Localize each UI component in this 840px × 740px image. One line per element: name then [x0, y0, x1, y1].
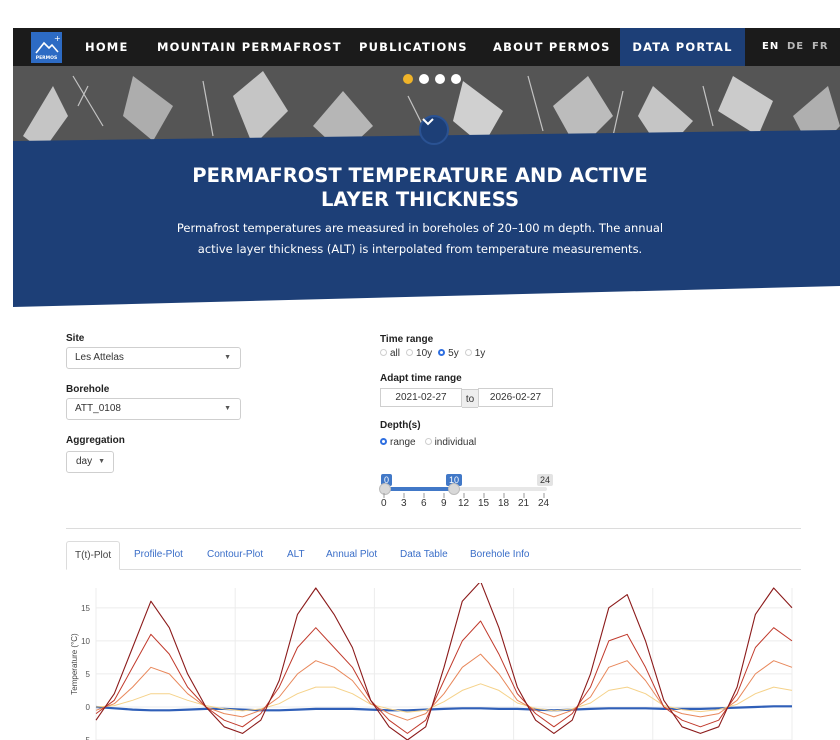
lang-de[interactable]: DE — [787, 28, 804, 66]
radio-icon — [380, 349, 387, 356]
nav-publications[interactable]: PUBLICATIONS — [359, 28, 468, 66]
site-label: Site — [66, 333, 85, 344]
radio-label: 10y — [416, 348, 433, 359]
radio-selected-icon — [380, 438, 387, 445]
slider-tick: 6 — [421, 498, 427, 509]
svg-text:+: + — [54, 34, 61, 43]
depth-range-option[interactable]: range — [380, 437, 416, 448]
section-divider — [66, 528, 801, 529]
borehole-select-value: ATT_0108 — [75, 403, 121, 414]
radio-icon — [424, 438, 432, 445]
logo-text: PERMOS — [35, 56, 58, 61]
slider-tick: 24 — [538, 498, 550, 509]
carousel-dot-2[interactable] — [419, 74, 429, 84]
site-select-value: Les Attelas — [75, 352, 124, 363]
adapt-time-range-label: Adapt time range — [380, 373, 462, 384]
permos-logo[interactable]: + PERMOS — [31, 32, 62, 63]
time-range-all[interactable]: all — [380, 348, 400, 359]
caret-down-icon: ▼ — [224, 354, 231, 361]
depths-label: Depth(s) — [380, 420, 421, 431]
radio-label: 5y — [448, 348, 459, 359]
y-tick-label: 10 — [81, 637, 90, 646]
aggregation-select[interactable]: day ▼ — [66, 451, 114, 473]
tab-t-t-plot[interactable]: T(t)-Plot — [66, 541, 121, 570]
radio-label: individual — [434, 437, 477, 448]
tab-profile-plot[interactable]: Profile-Plot — [126, 541, 191, 570]
scroll-down-button[interactable] — [419, 115, 449, 145]
radio-icon — [464, 349, 472, 356]
slider-tick: 9 — [441, 498, 447, 509]
slider-tick: 15 — [478, 498, 490, 509]
page-title: PERMAFROST TEMPERATURE AND ACTIVE LAYER … — [0, 164, 840, 212]
date-to-input[interactable]: 2026-02-27 — [478, 388, 553, 407]
nav-data-portal[interactable]: DATA PORTAL — [620, 28, 745, 66]
slider-tick: 3 — [401, 498, 407, 509]
time-range-5y[interactable]: 5y — [438, 348, 459, 359]
depth-individual-option[interactable]: individual — [424, 437, 477, 448]
chevron-down-icon — [422, 118, 434, 126]
aggregation-label: Aggregation — [66, 435, 125, 446]
page-subtitle-line1: Permafrost temperatures are measured in … — [176, 221, 664, 235]
slider-end-badge: 24 — [537, 474, 554, 486]
y-tick-label: 0 — [86, 703, 91, 712]
time-range-10y[interactable]: 10y — [406, 348, 432, 359]
borehole-label: Borehole — [66, 384, 110, 395]
page-subtitle-line2: active layer thickness (ALT) is interpol… — [197, 242, 643, 256]
carousel-dots — [403, 71, 467, 84]
y-axis-label: Temperature (°C) — [70, 633, 79, 695]
lang-en[interactable]: EN — [762, 28, 779, 66]
tab-contour-plot[interactable]: Contour-Plot — [199, 541, 271, 570]
slider-tick: 0 — [381, 498, 387, 509]
date-to-separator: to — [462, 389, 478, 408]
tab-annual-plot[interactable]: Annual Plot — [318, 541, 385, 570]
y-tick-label: -5 — [83, 736, 91, 740]
tab-borehole-info[interactable]: Borehole Info — [462, 541, 538, 570]
page-title-line2: LAYER THICKNESS — [320, 188, 520, 211]
top-navbar: + PERMOS HOME MOUNTAIN PERMAFROST PUBLIC… — [13, 28, 840, 66]
aggregation-select-value: day — [76, 456, 93, 467]
nav-about-permos[interactable]: ABOUT PERMOS — [493, 28, 611, 66]
title-banner: PERMAFROST TEMPERATURE AND ACTIVE LAYER … — [13, 115, 840, 307]
radio-label: 1y — [474, 348, 486, 359]
carousel-dot-1[interactable] — [403, 74, 413, 84]
time-range-radios: all 10y 5y 1y — [380, 348, 491, 359]
temperature-time-plot[interactable]: 15 10 5 0 -5 Temperature (°C) — [62, 583, 802, 740]
nav-home[interactable]: HOME — [85, 28, 129, 66]
series-line-2 — [95, 620, 793, 734]
page-title-line1: PERMAFROST TEMPERATURE AND ACTIVE — [192, 164, 648, 187]
slider-tick: 21 — [518, 498, 530, 509]
site-select[interactable]: Les Attelas ▼ — [66, 347, 241, 369]
radio-icon — [406, 349, 414, 356]
tab-data-table[interactable]: Data Table — [392, 541, 456, 570]
carousel-dot-3[interactable] — [435, 74, 445, 84]
slider-tick: 18 — [498, 498, 510, 509]
caret-down-icon: ▼ — [224, 405, 231, 412]
page-subtitle: Permafrost temperatures are measured in … — [0, 218, 840, 260]
borehole-select[interactable]: ATT_0108 ▼ — [66, 398, 241, 420]
y-tick-label: 5 — [86, 670, 91, 679]
depth-mode-radios: range individual — [380, 437, 482, 448]
radio-label: all — [390, 348, 401, 359]
radio-selected-icon — [438, 349, 446, 356]
time-range-label: Time range — [380, 334, 434, 345]
tab-alt[interactable]: ALT — [279, 541, 313, 570]
carousel-dot-4[interactable] — [451, 74, 461, 84]
lang-fr[interactable]: FR — [812, 28, 829, 66]
y-tick-label: 15 — [81, 604, 90, 613]
date-from-input[interactable]: 2021-02-27 — [380, 388, 462, 407]
slider-tick: 12 — [458, 498, 470, 509]
radio-label: range — [390, 437, 416, 448]
caret-down-icon: ▼ — [98, 458, 105, 465]
nav-mountain-permafrost[interactable]: MOUNTAIN PERMAFROST — [157, 28, 342, 66]
time-range-1y[interactable]: 1y — [464, 348, 486, 359]
series-line-1 — [95, 583, 793, 740]
